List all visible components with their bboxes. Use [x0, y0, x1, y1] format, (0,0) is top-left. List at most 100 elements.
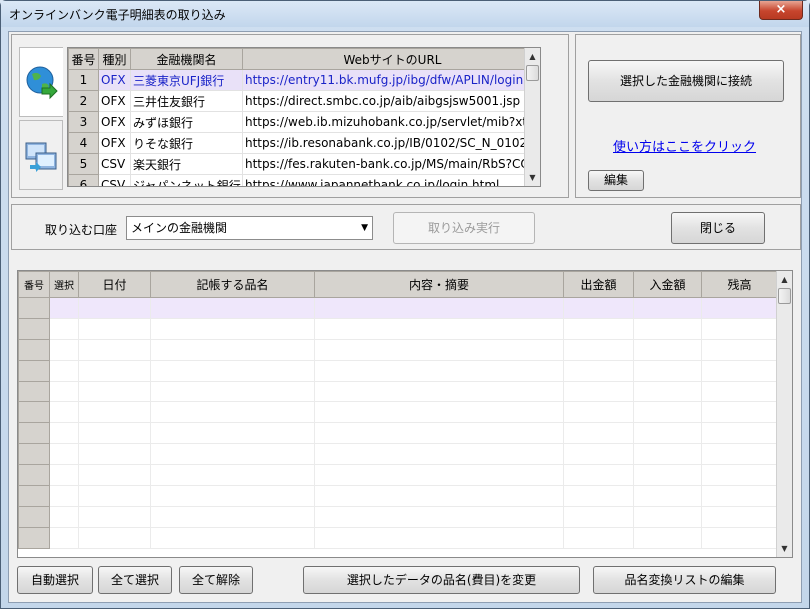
- journal-cell[interactable]: [314, 422, 564, 445]
- journal-cell[interactable]: [78, 401, 151, 424]
- journal-cell[interactable]: [78, 422, 151, 445]
- journal-cell[interactable]: [563, 359, 634, 382]
- journal-cell[interactable]: [78, 464, 151, 487]
- tab-online-bank[interactable]: [19, 47, 63, 117]
- journal-cell[interactable]: [78, 526, 151, 549]
- journal-cell[interactable]: [78, 485, 151, 507]
- journal-cell[interactable]: [314, 401, 564, 424]
- journal-cell[interactable]: [633, 338, 702, 361]
- journal-cell[interactable]: [314, 526, 564, 549]
- journal-cell[interactable]: [563, 317, 634, 340]
- journal-cell[interactable]: [150, 422, 315, 445]
- journal-cell[interactable]: [150, 443, 315, 466]
- journal-cell[interactable]: [49, 505, 79, 528]
- journal-cell[interactable]: [314, 297, 564, 319]
- col-header-type[interactable]: 種別: [98, 48, 131, 70]
- title-bar[interactable]: オンラインバンク電子明細表の取り込み ×: [1, 1, 809, 27]
- col-header-balance[interactable]: 残高: [701, 271, 778, 298]
- journal-cell[interactable]: [701, 422, 778, 445]
- run-import-button[interactable]: 取り込み実行: [393, 212, 535, 244]
- auto-select-button[interactable]: 自動選択: [17, 566, 93, 594]
- journal-row[interactable]: [18, 443, 778, 466]
- bank-table-scrollbar[interactable]: ▲ ▼: [524, 48, 540, 186]
- connect-bank-button[interactable]: 選択した金融機関に接続: [588, 60, 784, 102]
- row-header-cell[interactable]: [18, 526, 50, 549]
- journal-row[interactable]: [18, 464, 778, 487]
- edit-bank-button[interactable]: 編集: [588, 170, 644, 191]
- close-button[interactable]: 閉じる: [671, 212, 765, 244]
- journal-cell[interactable]: [633, 443, 702, 466]
- row-header-cell[interactable]: [18, 485, 50, 507]
- journal-cell[interactable]: [150, 317, 315, 340]
- journal-cell[interactable]: [49, 317, 79, 340]
- journal-cell[interactable]: [49, 401, 79, 424]
- journal-cell[interactable]: [49, 443, 79, 466]
- journal-cell[interactable]: [633, 401, 702, 424]
- col-header-description[interactable]: 内容・摘要: [314, 271, 564, 298]
- help-link[interactable]: 使い方はここをクリック: [613, 136, 756, 155]
- journal-cell[interactable]: [563, 443, 634, 466]
- journal-cell[interactable]: [150, 464, 315, 487]
- journal-cell[interactable]: [49, 359, 79, 382]
- col-header-item-name[interactable]: 記帳する品名: [150, 271, 315, 298]
- journal-row[interactable]: [18, 401, 778, 424]
- edit-name-list-button[interactable]: 品名変換リストの編集: [593, 566, 776, 594]
- journal-cell[interactable]: [314, 338, 564, 361]
- journal-cell[interactable]: [701, 359, 778, 382]
- journal-cell[interactable]: [563, 464, 634, 487]
- row-header-cell[interactable]: [18, 464, 50, 487]
- journal-cell[interactable]: [701, 317, 778, 340]
- journal-cell[interactable]: [633, 526, 702, 549]
- journal-cell[interactable]: [314, 505, 564, 528]
- journal-cell[interactable]: [701, 526, 778, 549]
- journal-cell[interactable]: [633, 485, 702, 507]
- journal-row[interactable]: [18, 359, 778, 382]
- scroll-up-icon[interactable]: ▲: [525, 48, 540, 65]
- journal-cell[interactable]: [633, 317, 702, 340]
- journal-row[interactable]: [18, 422, 778, 445]
- bank-table-row[interactable]: 5 CSV 楽天銀行 https://fes.rakuten-bank.co.jp/M…: [68, 153, 540, 175]
- journal-row[interactable]: [18, 297, 778, 319]
- journal-cell[interactable]: [563, 380, 634, 403]
- col-header-number[interactable]: 番号: [68, 48, 99, 70]
- journal-cell[interactable]: [49, 422, 79, 445]
- journal-cell[interactable]: [563, 422, 634, 445]
- bank-table-row[interactable]: 2 OFX 三井住友銀行 https://direct.smbc.co.jp/aib/…: [68, 90, 540, 112]
- col-header-deposit[interactable]: 入金額: [633, 271, 702, 298]
- journal-cell[interactable]: [701, 338, 778, 361]
- journal-row[interactable]: [18, 317, 778, 340]
- journal-cell[interactable]: [78, 359, 151, 382]
- journal-cell[interactable]: [150, 359, 315, 382]
- row-header-cell[interactable]: [18, 443, 50, 466]
- row-header-cell[interactable]: [18, 505, 50, 528]
- journal-cell[interactable]: [78, 380, 151, 403]
- journal-cell[interactable]: [49, 464, 79, 487]
- journal-cell[interactable]: [78, 338, 151, 361]
- journal-cell[interactable]: [563, 297, 634, 319]
- journal-cell[interactable]: [633, 297, 702, 319]
- journal-cell[interactable]: [701, 505, 778, 528]
- bank-table-row[interactable]: 3 OFX みずほ銀行 https://web.ib.mizuhobank.co.jp…: [68, 111, 540, 133]
- journal-cell[interactable]: [78, 443, 151, 466]
- scroll-thumb[interactable]: [526, 65, 539, 81]
- scroll-thumb[interactable]: [778, 288, 791, 304]
- journal-cell[interactable]: [314, 485, 564, 507]
- journal-cell[interactable]: [563, 526, 634, 549]
- col-header-withdrawal[interactable]: 出金額: [563, 271, 634, 298]
- row-header-cell[interactable]: [18, 380, 50, 403]
- col-header-url[interactable]: WebサイトのURL: [242, 48, 540, 70]
- journal-cell[interactable]: [314, 380, 564, 403]
- journal-cell[interactable]: [49, 380, 79, 403]
- deselect-all-button[interactable]: 全て解除: [179, 566, 253, 594]
- journal-scrollbar[interactable]: ▲ ▼: [776, 271, 792, 557]
- journal-cell[interactable]: [49, 485, 79, 507]
- journal-cell[interactable]: [563, 485, 634, 507]
- journal-cell[interactable]: [633, 359, 702, 382]
- account-dropdown[interactable]: メインの金融機関 ▼: [126, 216, 373, 240]
- journal-cell[interactable]: [314, 464, 564, 487]
- row-header-cell[interactable]: [18, 338, 50, 361]
- col-header-number[interactable]: 番号: [18, 271, 50, 298]
- journal-cell[interactable]: [633, 422, 702, 445]
- bank-table-row[interactable]: 1 OFX 三菱東京UFJ銀行 https://entry11.bk.mufg.jp/…: [68, 69, 540, 91]
- tab-local-file[interactable]: [19, 120, 63, 190]
